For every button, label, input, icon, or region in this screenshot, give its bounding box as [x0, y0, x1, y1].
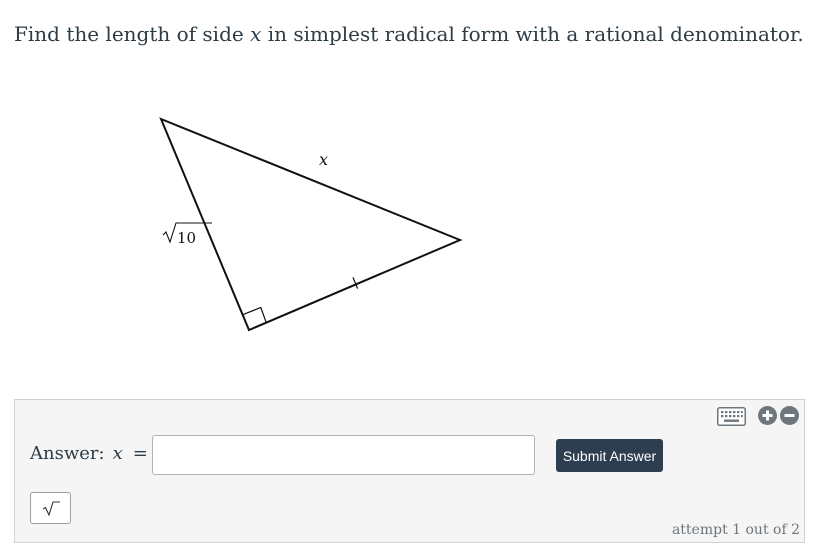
answer-label-text: Answer:: [30, 443, 105, 464]
square-root-button[interactable]: [30, 492, 71, 524]
answer-panel: Answer: x = Submit Answer attempt 1 out of…: [14, 399, 805, 543]
triangle-outline: [159, 117, 463, 332]
question-text-after: in simplest radical form with a rational…: [261, 22, 804, 46]
zoom-in-icon[interactable]: [758, 406, 777, 425]
triangle-diagram: x 10: [159, 117, 463, 332]
question-variable: x: [250, 22, 262, 46]
hypotenuse-label: x: [319, 150, 328, 169]
keyboard-icon[interactable]: [717, 407, 746, 426]
answer-label: Answer: x =: [30, 442, 148, 466]
question-text-before: Find the length of side: [14, 22, 251, 46]
answer-variable: x: [112, 443, 123, 464]
question-text: Find the length of side x in simplest ra…: [14, 20, 804, 48]
attempt-counter: attempt 1 out of 2: [671, 522, 800, 538]
triangle-figure: x 10: [140, 105, 485, 345]
square-root-icon: [42, 501, 60, 517]
leg-label-radicand: 10: [177, 229, 196, 247]
answer-equals: =: [132, 443, 148, 464]
leg-label: 10: [162, 222, 212, 247]
zoom-out-icon[interactable]: [780, 406, 799, 425]
submit-answer-button[interactable]: Submit Answer: [556, 439, 663, 472]
right-angle-marker: [243, 306, 267, 324]
answer-input[interactable]: [152, 435, 535, 475]
